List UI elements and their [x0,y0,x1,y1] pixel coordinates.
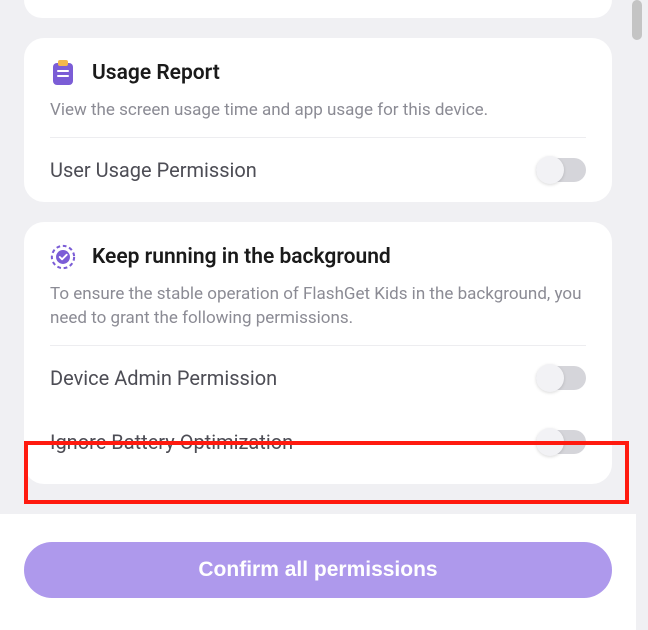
running-check-icon [50,244,76,270]
ignore-battery-optimization-row: Ignore Battery Optimization [50,410,586,474]
confirm-all-permissions-button[interactable]: Confirm all permissions [24,542,612,598]
scrollbar-track[interactable] [636,0,644,630]
content-area: Usage Report View the screen usage time … [0,0,636,484]
card-header: Usage Report [50,60,586,86]
section-title: Usage Report [92,61,220,85]
toggle-knob [536,364,564,392]
scrollbar-thumb[interactable] [632,0,642,40]
clipboard-icon [50,60,76,86]
device-admin-permission-row: Device Admin Permission [50,346,586,410]
ignore-battery-optimization-toggle[interactable] [536,430,586,454]
row-label: Device Admin Permission [50,366,277,390]
toggle-knob [536,156,564,184]
user-usage-permission-row: User Usage Permission [50,138,586,202]
row-label: Ignore Battery Optimization [50,430,293,454]
background-running-card: Keep running in the background To ensure… [24,222,612,484]
section-title: Keep running in the background [92,245,391,269]
toggle-knob [536,428,564,456]
user-usage-permission-toggle[interactable] [536,158,586,182]
usage-report-card: Usage Report View the screen usage time … [24,38,612,202]
previous-card-bottom [24,0,612,18]
section-description: To ensure the stable operation of FlashG… [50,282,586,331]
section-description: View the screen usage time and app usage… [50,98,586,123]
device-admin-permission-toggle[interactable] [536,366,586,390]
card-header: Keep running in the background [50,244,586,270]
row-label: User Usage Permission [50,158,257,182]
footer-bar: Confirm all permissions [0,514,636,630]
